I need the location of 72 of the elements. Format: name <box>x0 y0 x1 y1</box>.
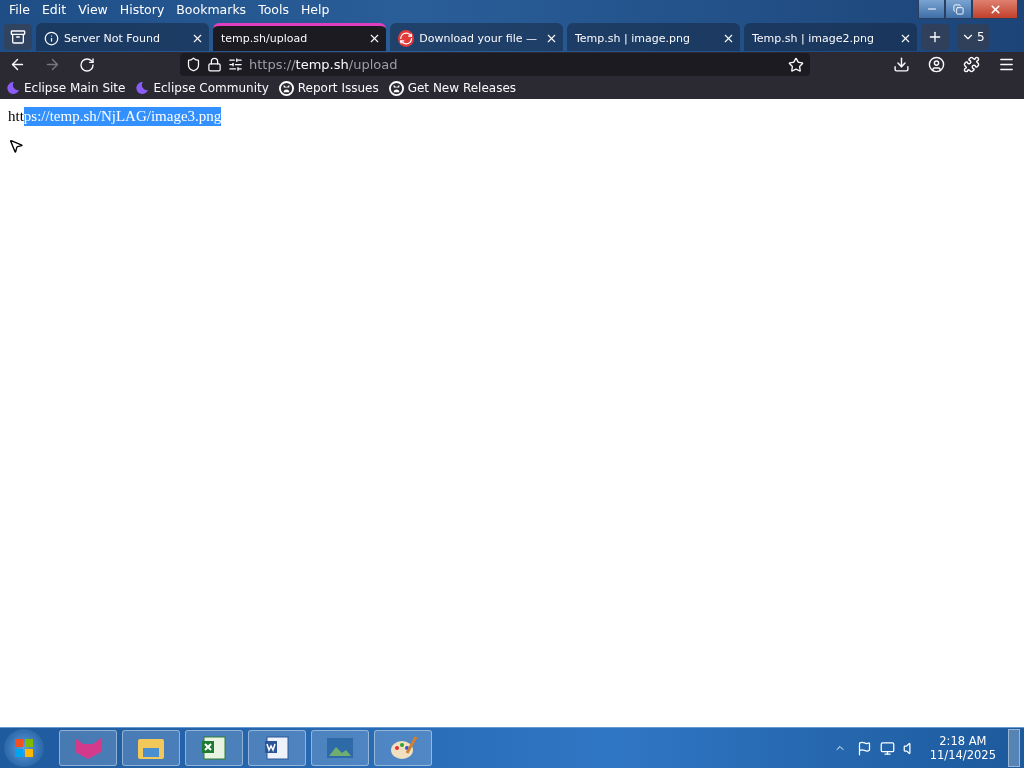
window-flag-icon <box>14 738 34 758</box>
forward-arrow-icon <box>44 56 61 73</box>
tab-title: Download your file — <box>419 32 537 45</box>
address-bar[interactable]: https://temp.sh/upload <box>180 53 810 76</box>
close-icon <box>191 32 204 45</box>
menu-item[interactable]: Edit <box>36 1 72 18</box>
landscape-picture-icon <box>326 736 354 760</box>
sync-icon <box>398 30 415 47</box>
restore-icon <box>953 3 964 15</box>
bookmark-item[interactable]: Eclipse Main Site <box>6 81 126 95</box>
bookmark-item[interactable]: Get New Releases <box>388 80 516 96</box>
network-icon[interactable] <box>879 740 895 756</box>
minimize-button[interactable] <box>918 0 945 19</box>
reload-icon <box>79 56 95 73</box>
document-icon <box>264 735 290 761</box>
puzzle-piece-icon <box>963 56 980 73</box>
flag-icon[interactable] <box>856 740 872 756</box>
spreadsheet-icon <box>201 735 227 761</box>
menu-item[interactable]: Tools <box>253 1 294 18</box>
plus-icon <box>927 29 943 45</box>
clock-time: 2:18 AM <box>939 734 987 748</box>
back-arrow-icon <box>9 56 26 73</box>
close-icon <box>899 32 912 45</box>
shield-icon <box>186 57 201 72</box>
taskbar-button[interactable] <box>122 730 180 766</box>
browser-tab[interactable]: Server Not Found <box>36 23 209 51</box>
taskbar-button[interactable] <box>185 730 243 766</box>
close-icon <box>722 32 735 45</box>
paint-palette-icon <box>389 735 417 761</box>
clock-date: 11/14/2025 <box>929 748 996 762</box>
tab-title: temp.sh/upload <box>221 32 309 45</box>
menu-item[interactable]: View <box>73 1 113 18</box>
crescent-icon <box>135 81 150 95</box>
browser-tab[interactable]: Download your file — <box>390 23 563 51</box>
browser-tab[interactable]: temp.sh/upload <box>213 23 386 51</box>
info-icon <box>44 31 59 46</box>
taskbar-button[interactable] <box>311 730 369 766</box>
tab-overview-button[interactable] <box>4 24 32 50</box>
lock-icon <box>207 57 222 72</box>
restore-button[interactable] <box>945 0 972 19</box>
user-circle-icon <box>928 56 945 73</box>
close-icon <box>545 32 558 45</box>
close-icon <box>988 2 1002 16</box>
browser-tab[interactable]: Temp.sh | image2.png <box>744 23 917 51</box>
mouse-pointer-icon <box>8 138 24 154</box>
crescent-icon <box>6 81 20 95</box>
tab-title: Temp.sh | image.png <box>575 32 691 45</box>
sliders-icon <box>228 57 243 72</box>
tab-title: Server Not Found <box>64 32 161 45</box>
menu-item[interactable]: History <box>114 1 170 18</box>
menu-item[interactable]: Bookmarks <box>171 1 252 18</box>
taskbar-button[interactable] <box>248 730 306 766</box>
tab-title: Temp.sh | image2.png <box>752 32 875 45</box>
start-button[interactable] <box>4 729 44 767</box>
tab-list-button[interactable]: 5 <box>957 24 989 50</box>
archive-box-icon <box>10 29 26 45</box>
menu-item[interactable]: File <box>4 1 35 18</box>
taskbar-button[interactable] <box>374 730 432 766</box>
bookmark-item[interactable]: Eclipse Community <box>135 81 269 95</box>
bookmark-item[interactable]: Report Issues <box>278 80 379 96</box>
bookmark-star-icon[interactable] <box>788 56 804 73</box>
download-icon <box>893 56 910 73</box>
menu-icon <box>998 56 1015 73</box>
menu-item[interactable]: Help <box>295 1 335 18</box>
new-tab-button[interactable] <box>921 24 949 50</box>
browser-tab[interactable]: Temp.sh | image.png <box>567 23 740 51</box>
clock[interactable]: 2:18 AM 11/14/2025 <box>929 734 996 762</box>
cat-head-icon <box>73 736 103 760</box>
url-text: https://temp.sh/upload <box>249 57 399 72</box>
close-icon <box>368 32 381 45</box>
folder-icon <box>137 736 165 760</box>
close-button[interactable] <box>972 0 1018 19</box>
